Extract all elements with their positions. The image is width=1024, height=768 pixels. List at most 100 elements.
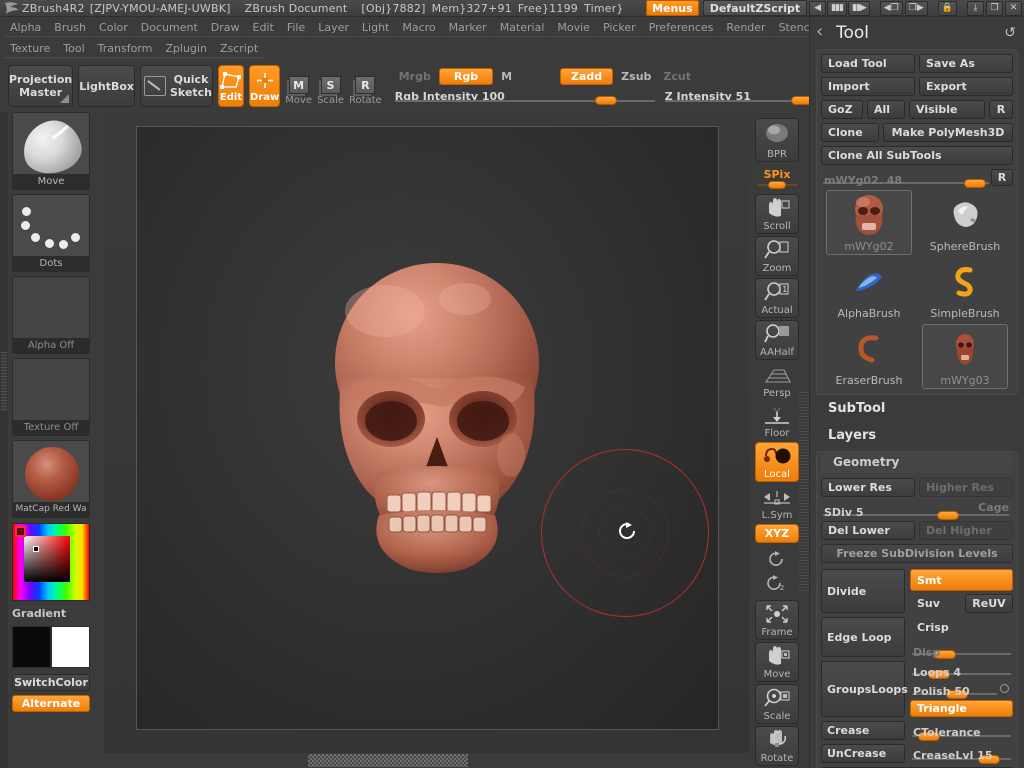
reset-icon[interactable]: ↺ <box>1004 25 1016 41</box>
slider-bars-icon[interactable]: ▮▮▮ <box>827 0 847 16</box>
tool-thumb-mwyg03[interactable]: mWYg03 <box>917 323 1013 390</box>
menu-item-material[interactable]: Material <box>493 19 551 37</box>
menu-item-tool[interactable]: Tool <box>57 40 91 58</box>
goz-r-button[interactable]: R <box>989 100 1013 119</box>
menu-item-texture[interactable]: Texture <box>4 40 57 58</box>
alternate-button[interactable]: Alternate <box>12 695 90 712</box>
draw-mode-button[interactable]: Draw <box>249 65 281 107</box>
spix-slider[interactable]: SPix <box>755 164 799 190</box>
rotate-view-button[interactable]: Rotate <box>755 726 799 766</box>
tool-thumb-alphabrush[interactable]: AlphaBrush <box>821 256 917 323</box>
cage-label[interactable]: Cage <box>975 501 1009 514</box>
rotate-y-button[interactable] <box>755 548 799 570</box>
mrgb-button[interactable]: Mrgb <box>395 69 435 84</box>
scale-view-button[interactable]: Scale <box>755 684 799 724</box>
color-swatch-row[interactable] <box>12 626 90 668</box>
higher-res-button[interactable]: Higher Res <box>919 478 1013 497</box>
m-button[interactable]: M <box>497 69 516 84</box>
loops-slider[interactable]: Loops 4 <box>910 661 1013 679</box>
zadd-button[interactable]: Zadd <box>560 67 614 85</box>
spix-slider-icon[interactable] <box>757 181 797 189</box>
restore-icon[interactable]: ❐ <box>986 0 1003 16</box>
tool-thumb-eraserbrush[interactable]: EraserBrush <box>821 323 917 390</box>
color-picker[interactable] <box>12 523 90 601</box>
local-symmetry-button[interactable]: L.Sym <box>755 488 799 522</box>
close-icon[interactable]: ✕ <box>1005 0 1022 16</box>
goz-button[interactable]: GoZ <box>821 100 863 119</box>
menu-item-zscript[interactable]: Zscript <box>213 40 265 58</box>
slider-bars2-icon[interactable]: ▮▮▶ <box>847 0 870 16</box>
smt-button[interactable]: Smt <box>910 569 1013 591</box>
rgb-intensity-slider[interactable]: Rgb Intensity 100 <box>394 90 655 105</box>
creaselvl-slider[interactable]: CreaseLvl 15 <box>910 744 1013 764</box>
sdiv-knob[interactable] <box>937 511 959 520</box>
lightbox-button[interactable]: LightBox <box>78 65 135 107</box>
perspective-button[interactable]: Persp <box>755 364 799 400</box>
menu-item-preferences[interactable]: Preferences <box>642 19 720 37</box>
freeze-subdivision-levels-button[interactable]: Freeze SubDivision Levels <box>821 544 1013 563</box>
local-pivot-button[interactable]: Local <box>755 442 799 482</box>
rotate-z-button[interactable]: z <box>755 572 799 594</box>
tool-thumb-simplebrush[interactable]: SimpleBrush <box>917 256 1013 323</box>
groups-loops-button[interactable]: GroupsLoops <box>821 661 908 717</box>
suv-button[interactable]: Suv <box>910 594 961 613</box>
crease-button[interactable]: Crease <box>821 721 905 740</box>
export-button[interactable]: Export <box>919 77 1013 96</box>
triangle-button[interactable]: Triangle <box>910 700 1013 717</box>
zcut-button[interactable]: Zcut <box>659 69 695 84</box>
quick-sketch-button[interactable]: Quick Sketch <box>140 65 214 107</box>
section-geometry[interactable]: Geometry <box>821 452 1013 473</box>
disp-slider[interactable]: Disp <box>910 641 1013 659</box>
saturation-value-square[interactable] <box>24 536 70 582</box>
ctolerance-slider[interactable]: CTolerance <box>910 721 1013 741</box>
crisp-button[interactable]: Crisp <box>910 617 1013 638</box>
uncrease-button[interactable]: UnCrease <box>821 744 905 763</box>
rotate-tool-button[interactable]: R Rotate <box>349 66 382 106</box>
clone-all-subtools-button[interactable]: Clone All SubTools <box>821 146 1013 165</box>
menu-item-brush[interactable]: Brush <box>48 19 93 37</box>
current-material-thumb[interactable]: MatCap Red Wa <box>12 440 90 518</box>
scale-tool-button[interactable]: S Scale <box>317 66 344 106</box>
current-texture-thumb[interactable]: Texture Off <box>12 358 90 436</box>
frame-button[interactable]: Frame <box>755 600 799 640</box>
tool-size-knob[interactable] <box>964 179 986 188</box>
clone-button[interactable]: Clone <box>821 123 879 142</box>
rgb-button[interactable]: Rgb <box>438 67 494 85</box>
current-alpha-thumb[interactable]: Alpha Off <box>12 276 90 354</box>
zscript-slider-group[interactable]: ◀ ▮▮▮ ▮▮▶ <box>809 0 870 16</box>
make-polymesh3d-button[interactable]: Make PolyMesh3D <box>883 123 1013 142</box>
all-button[interactable]: All <box>867 100 905 119</box>
section-layers[interactable]: Layers <box>810 422 1024 449</box>
menu-item-transform[interactable]: Transform <box>91 40 159 58</box>
next-doc-icon[interactable]: ❐▶ <box>904 0 928 16</box>
save-as-button[interactable]: Save As <box>919 54 1013 73</box>
polish-toggle-icon[interactable] <box>1000 684 1009 693</box>
move-view-button[interactable]: Move <box>755 642 799 682</box>
shelf-divider-grip[interactable] <box>799 392 809 592</box>
slider-left-icon[interactable]: ◀ <box>809 0 827 16</box>
lower-res-button[interactable]: Lower Res <box>821 478 915 497</box>
aahalf-button[interactable]: AAHalf <box>755 320 799 360</box>
menus-toggle-button[interactable]: Menus <box>646 0 699 16</box>
edit-mode-button[interactable]: Edit <box>218 65 245 107</box>
rgb-intensity-knob[interactable] <box>594 95 617 105</box>
tool-thumb-mwyg02[interactable]: mWYg02 <box>821 189 917 256</box>
load-tool-button[interactable]: Load Tool <box>821 54 915 73</box>
scroll-button[interactable]: Scroll <box>755 194 799 234</box>
zoom-button[interactable]: Zoom <box>755 236 799 276</box>
secondary-color-swatch[interactable] <box>51 626 90 668</box>
polish-slider[interactable]: Polish 50 <box>910 680 1013 699</box>
menu-item-macro[interactable]: Macro <box>396 19 442 37</box>
menu-item-marker[interactable]: Marker <box>442 19 493 37</box>
tool-size-r-button[interactable]: R <box>991 169 1013 186</box>
canvas-area[interactable]: 人人素材 <box>104 112 749 753</box>
minimize-icon[interactable]: ⤓ <box>967 0 984 16</box>
menu-item-alpha[interactable]: Alpha <box>4 19 48 37</box>
menu-item-movie[interactable]: Movie <box>551 19 596 37</box>
xyz-button[interactable]: XYZ <box>755 524 799 543</box>
floor-button[interactable]: Floor <box>755 404 799 440</box>
menu-item-picker[interactable]: Picker <box>596 19 642 37</box>
bpr-render-button[interactable]: BPR <box>755 118 799 162</box>
menu-item-layer[interactable]: Layer <box>312 19 355 37</box>
projection-master-button[interactable]: Projection Master <box>8 65 74 107</box>
